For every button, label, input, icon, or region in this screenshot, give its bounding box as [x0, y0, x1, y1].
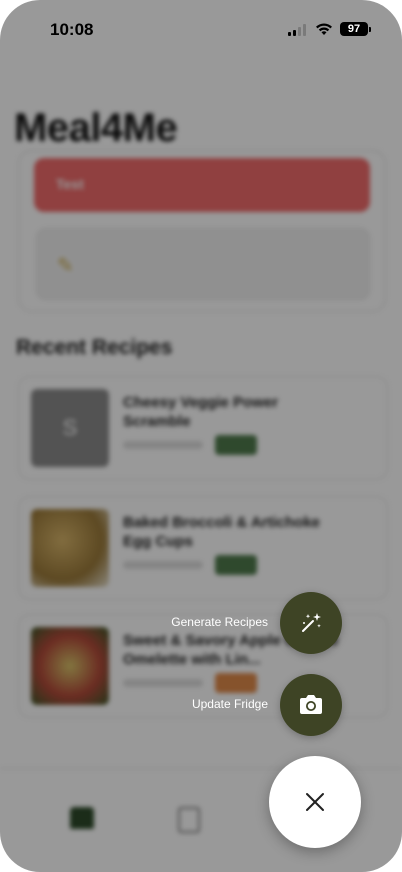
generate-recipes-button[interactable]	[280, 592, 342, 654]
battery-icon: 97	[340, 22, 368, 36]
magic-wand-icon	[302, 613, 321, 632]
battery-tip	[369, 27, 371, 32]
signal-icon	[288, 24, 308, 36]
generate-recipes-label: Generate Recipes	[171, 615, 268, 629]
update-fridge-button[interactable]	[280, 674, 342, 736]
close-menu-button[interactable]	[269, 756, 361, 848]
dim-overlay[interactable]	[0, 0, 402, 872]
wifi-icon	[316, 23, 332, 35]
update-fridge-label: Update Fridge	[191, 697, 268, 711]
camera-icon	[300, 695, 322, 714]
status-time: 10:08	[50, 20, 94, 39]
phone-screen: Meal4Me Test ✎ Recent Recipes S Cheesy V…	[0, 0, 402, 872]
status-bar: 10:08 97	[0, 0, 402, 60]
close-icon	[306, 793, 324, 811]
